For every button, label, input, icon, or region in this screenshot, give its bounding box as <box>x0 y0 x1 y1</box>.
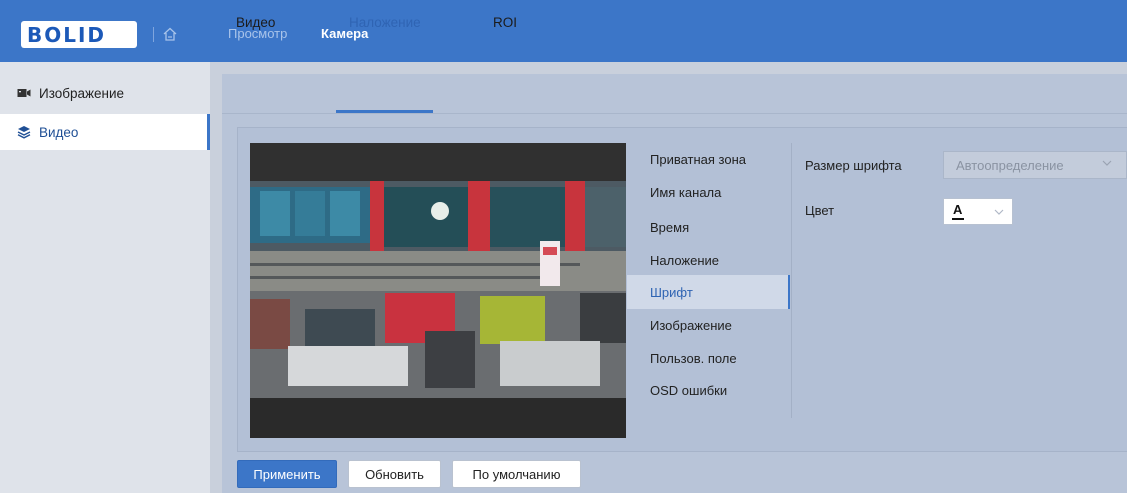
overlay-menu: Приватная зона Имя канала Время Наложени… <box>627 143 790 418</box>
sidebar: Изображение Видео <box>0 62 210 493</box>
apply-button[interactable]: Применить <box>237 460 337 488</box>
video-preview <box>250 143 626 438</box>
logo-divider <box>153 27 154 42</box>
menu-item-custom-field[interactable]: Пользов. поле <box>627 342 790 375</box>
default-button[interactable]: По умолчанию <box>452 460 581 488</box>
font-color-letter: A <box>953 202 963 217</box>
font-color-swatch <box>952 218 964 220</box>
menu-divider <box>791 143 792 418</box>
sidebar-item-label: Видео <box>39 124 79 140</box>
menu-item-font[interactable]: Шрифт <box>627 275 790 309</box>
camera-scene-image <box>250 181 626 398</box>
tab-roi[interactable]: ROI <box>493 14 517 32</box>
sidebar-item-image[interactable]: Изображение <box>0 75 210 111</box>
font-size-select[interactable]: Автоопределение <box>943 151 1127 179</box>
sidebar-item-label: Изображение <box>39 85 125 101</box>
layers-icon <box>17 126 31 139</box>
camera-icon <box>17 89 31 97</box>
menu-item-privacy-zone[interactable]: Приватная зона <box>627 143 790 176</box>
active-tab-indicator <box>336 110 433 113</box>
menu-item-channel-name[interactable]: Имя канала <box>627 176 790 209</box>
logo-text: BOLID <box>27 23 107 47</box>
menu-item-time[interactable]: Время <box>627 211 790 244</box>
menu-item-osd-errors[interactable]: OSD ошибки <box>627 374 790 407</box>
menu-item-image[interactable]: Изображение <box>627 309 790 342</box>
home-icon[interactable] <box>162 26 178 42</box>
tab-bar <box>222 74 1127 114</box>
tab-overlay[interactable]: Наложение <box>349 14 421 32</box>
color-select[interactable]: A <box>943 198 1013 225</box>
refresh-button[interactable]: Обновить <box>348 460 441 488</box>
menu-item-overlay[interactable]: Наложение <box>627 244 790 277</box>
sidebar-item-video[interactable]: Видео <box>0 114 210 150</box>
video-letterbox-bottom <box>250 398 626 438</box>
video-letterbox-top <box>250 143 626 181</box>
chevron-down-icon <box>1102 160 1112 166</box>
font-size-value: Автоопределение <box>956 158 1064 173</box>
color-label: Цвет <box>805 203 835 218</box>
tab-video[interactable]: Видео <box>236 14 275 32</box>
font-size-label: Размер шрифта <box>805 158 902 173</box>
chevron-down-icon <box>994 209 1004 215</box>
